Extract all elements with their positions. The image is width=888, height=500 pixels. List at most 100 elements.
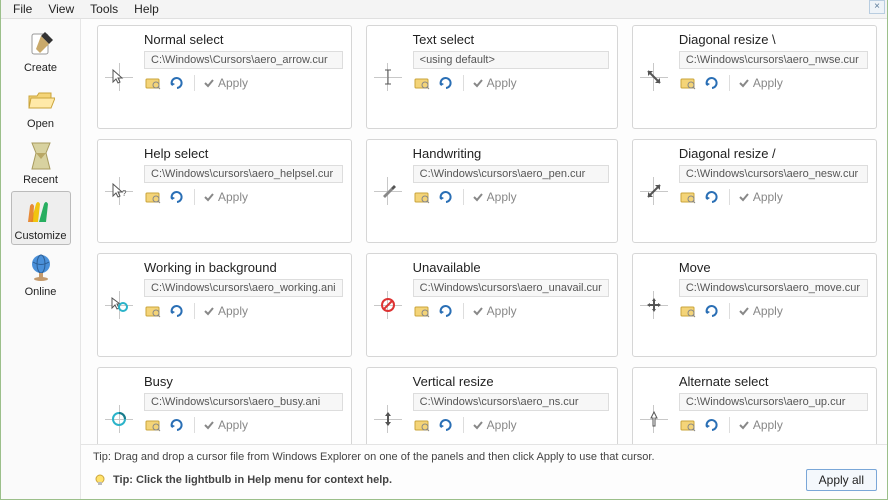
browse-button[interactable] bbox=[144, 75, 162, 91]
apply-button[interactable]: Apply bbox=[203, 304, 248, 318]
close-button[interactable]: × bbox=[869, 0, 885, 14]
cursor-icon bbox=[379, 182, 397, 200]
check-icon bbox=[738, 77, 750, 89]
panel-title: Busy bbox=[144, 374, 343, 389]
apply-button[interactable]: Apply bbox=[472, 190, 517, 204]
panel-path[interactable]: <using default> bbox=[413, 51, 609, 69]
browse-button[interactable] bbox=[679, 417, 697, 433]
apply-button[interactable]: Apply bbox=[738, 76, 783, 90]
cursor-panel[interactable]: ? Help select C:\Windows\cursors\aero_he… bbox=[97, 139, 352, 243]
panel-path[interactable]: C:\Windows\cursors\aero_helpsel.cur bbox=[144, 165, 343, 183]
cursor-panel[interactable]: Unavailable C:\Windows\cursors\aero_unav… bbox=[366, 253, 618, 357]
menu-help[interactable]: Help bbox=[126, 0, 167, 18]
browse-button[interactable] bbox=[144, 189, 162, 205]
panel-path[interactable]: C:\Windows\cursors\aero_ns.cur bbox=[413, 393, 609, 411]
check-icon bbox=[738, 305, 750, 317]
sidebar-item-open[interactable]: Open bbox=[11, 79, 71, 133]
apply-button[interactable]: Apply bbox=[738, 304, 783, 318]
reset-button[interactable] bbox=[703, 189, 721, 205]
reset-button[interactable] bbox=[168, 75, 186, 91]
cursor-icon: ? bbox=[110, 182, 128, 200]
panel-path[interactable]: C:\Windows\cursors\aero_nwse.cur bbox=[679, 51, 868, 69]
menu-file[interactable]: File bbox=[5, 0, 40, 18]
browse-button[interactable] bbox=[144, 303, 162, 319]
sidebar: Create Open Recent Customize bbox=[1, 19, 81, 499]
browse-button[interactable] bbox=[679, 303, 697, 319]
panel-path[interactable]: C:\Windows\cursors\aero_working.ani bbox=[144, 279, 343, 297]
reset-button[interactable] bbox=[437, 303, 455, 319]
panel-title: Help select bbox=[144, 146, 343, 161]
sidebar-label: Create bbox=[14, 62, 68, 74]
apply-button[interactable]: Apply bbox=[738, 190, 783, 204]
separator bbox=[463, 75, 464, 91]
menu-tools[interactable]: Tools bbox=[82, 0, 126, 18]
menubar: File View Tools Help bbox=[1, 0, 887, 19]
reset-button[interactable] bbox=[437, 75, 455, 91]
panel-path[interactable]: C:\Windows\cursors\aero_unavail.cur bbox=[413, 279, 609, 297]
cursor-panel[interactable]: Alternate select C:\Windows\cursors\aero… bbox=[632, 367, 877, 444]
cursor-icon bbox=[110, 68, 128, 86]
panel-path[interactable]: C:\Windows\Cursors\aero_arrow.cur bbox=[144, 51, 343, 69]
separator bbox=[463, 417, 464, 433]
cursor-panel[interactable]: Busy C:\Windows\cursors\aero_busy.ani Ap… bbox=[97, 367, 352, 444]
panel-title: Normal select bbox=[144, 32, 343, 47]
apply-button[interactable]: Apply bbox=[472, 76, 517, 90]
footer: Tip: Drag and drop a cursor file from Wi… bbox=[81, 444, 887, 499]
reset-button[interactable] bbox=[168, 417, 186, 433]
main-area: Normal select C:\Windows\Cursors\aero_ar… bbox=[81, 19, 887, 499]
browse-button[interactable] bbox=[413, 75, 431, 91]
reset-button[interactable] bbox=[703, 75, 721, 91]
cursor-panel[interactable]: Handwriting C:\Windows\cursors\aero_pen.… bbox=[366, 139, 618, 243]
reset-button[interactable] bbox=[437, 417, 455, 433]
cursor-panel[interactable]: Text select <using default> Apply bbox=[366, 25, 618, 129]
panel-path[interactable]: C:\Windows\cursors\aero_nesw.cur bbox=[679, 165, 868, 183]
panel-title: Diagonal resize / bbox=[679, 146, 868, 161]
browse-button[interactable] bbox=[679, 189, 697, 205]
reset-button[interactable] bbox=[168, 189, 186, 205]
svg-text:?: ? bbox=[122, 189, 127, 198]
browse-button[interactable] bbox=[413, 189, 431, 205]
menu-view[interactable]: View bbox=[40, 0, 82, 18]
cursor-preview bbox=[633, 140, 675, 242]
apply-all-button[interactable]: Apply all bbox=[806, 469, 877, 491]
apply-button[interactable]: Apply bbox=[472, 418, 517, 432]
cursor-panel[interactable]: Vertical resize C:\Windows\cursors\aero_… bbox=[366, 367, 618, 444]
apply-button[interactable]: Apply bbox=[738, 418, 783, 432]
cursor-panel[interactable]: Move C:\Windows\cursors\aero_move.cur Ap… bbox=[632, 253, 877, 357]
panel-path[interactable]: C:\Windows\cursors\aero_up.cur bbox=[679, 393, 868, 411]
check-icon bbox=[203, 305, 215, 317]
cursor-preview bbox=[98, 254, 140, 356]
browse-button[interactable] bbox=[679, 75, 697, 91]
panel-title: Unavailable bbox=[413, 260, 609, 275]
cursor-panel[interactable]: Diagonal resize / C:\Windows\cursors\aer… bbox=[632, 139, 877, 243]
sidebar-label: Online bbox=[14, 286, 68, 298]
sidebar-item-online[interactable]: Online bbox=[11, 247, 71, 301]
panel-path[interactable]: C:\Windows\cursors\aero_pen.cur bbox=[413, 165, 609, 183]
reset-button[interactable] bbox=[703, 417, 721, 433]
apply-button[interactable]: Apply bbox=[203, 418, 248, 432]
separator bbox=[729, 303, 730, 319]
apply-button[interactable]: Apply bbox=[203, 190, 248, 204]
reset-button[interactable] bbox=[703, 303, 721, 319]
check-icon bbox=[472, 305, 484, 317]
browse-button[interactable] bbox=[144, 417, 162, 433]
apply-button[interactable]: Apply bbox=[203, 76, 248, 90]
check-icon bbox=[738, 419, 750, 431]
sidebar-item-recent[interactable]: Recent bbox=[11, 135, 71, 189]
apply-button[interactable]: Apply bbox=[472, 304, 517, 318]
reset-button[interactable] bbox=[437, 189, 455, 205]
cursor-panel[interactable]: Working in background C:\Windows\cursors… bbox=[97, 253, 352, 357]
cursor-panel[interactable]: Diagonal resize \ C:\Windows\cursors\aer… bbox=[632, 25, 877, 129]
sidebar-label: Open bbox=[14, 118, 68, 130]
sidebar-item-customize[interactable]: Customize bbox=[11, 191, 71, 245]
browse-button[interactable] bbox=[413, 303, 431, 319]
panel-path[interactable]: C:\Windows\cursors\aero_move.cur bbox=[679, 279, 868, 297]
panel-title: Handwriting bbox=[413, 146, 609, 161]
sidebar-item-create[interactable]: Create bbox=[11, 23, 71, 77]
cursor-icon bbox=[645, 182, 663, 200]
cursor-panel[interactable]: Normal select C:\Windows\Cursors\aero_ar… bbox=[97, 25, 352, 129]
panel-path[interactable]: C:\Windows\cursors\aero_busy.ani bbox=[144, 393, 343, 411]
reset-button[interactable] bbox=[168, 303, 186, 319]
separator bbox=[194, 417, 195, 433]
browse-button[interactable] bbox=[413, 417, 431, 433]
